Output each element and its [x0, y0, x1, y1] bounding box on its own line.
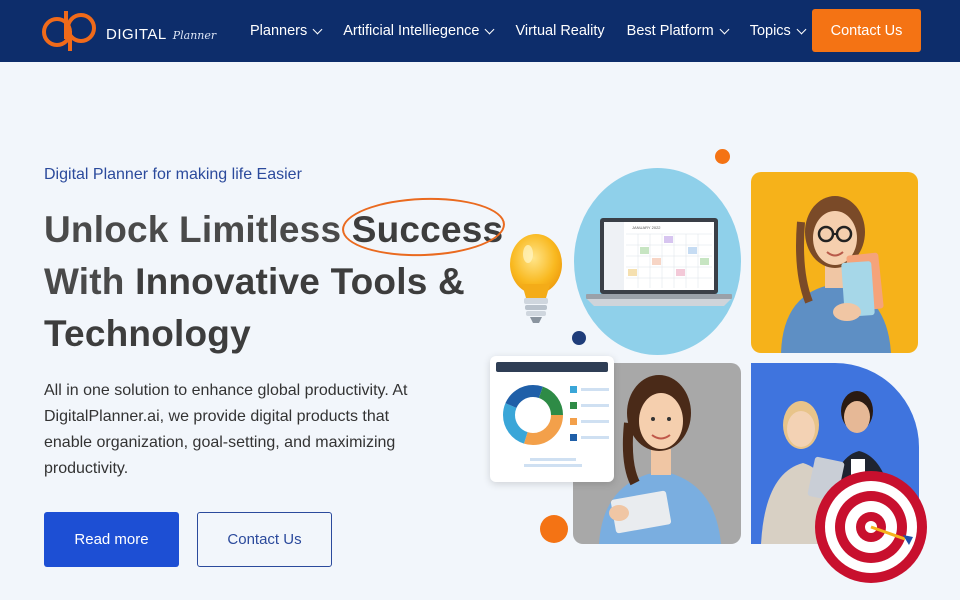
headline-bold-technology: Technology — [44, 313, 251, 354]
headline-circled-word: Success — [340, 195, 506, 259]
nav-contact-button[interactable]: Contact Us — [812, 9, 921, 52]
orange-dot-large — [540, 515, 568, 543]
orange-dot-small — [715, 149, 730, 164]
dp-logo-icon — [42, 11, 100, 51]
headline-plain-1: Unlock Limitless — [44, 209, 352, 250]
nav-item-label: Planners — [250, 23, 308, 39]
nav-item-artificial-intelligence[interactable]: Artificial Intelliegence — [343, 23, 495, 39]
legend-list — [570, 386, 609, 441]
top-navbar: DIGITAL Planner Planners Artificial Inte… — [0, 0, 960, 62]
calendar-title: JANUARY 2022 — [632, 225, 661, 230]
nav-item-virtual-reality[interactable]: Virtual Reality — [515, 23, 604, 39]
brand-logo[interactable]: DIGITAL Planner — [42, 10, 216, 52]
chevron-down-icon — [485, 24, 495, 34]
chevron-down-icon — [796, 24, 807, 34]
donut-chart-icon — [503, 385, 563, 445]
brand-name: DIGITAL — [106, 25, 167, 43]
navy-dot — [572, 331, 586, 345]
girl-photo-tile — [751, 172, 918, 353]
chevron-down-icon — [719, 24, 730, 34]
nav-item-planners[interactable]: Planners — [250, 23, 323, 39]
nav-item-label: Best Platform — [626, 23, 714, 39]
chevron-down-icon — [312, 24, 323, 34]
girl-illustration — [781, 196, 891, 353]
hero-headline: Unlock Limitless Success With Innovative… — [44, 195, 506, 360]
main-nav: Planners Artificial Intelliegence Virtua… — [250, 0, 827, 62]
card-header — [496, 362, 608, 372]
nav-item-label: Artificial Intelliegence — [343, 23, 480, 39]
nav-item-topics[interactable]: Topics — [749, 23, 807, 39]
headline-plain-2: With — [44, 261, 136, 302]
headline-bold-tools: Innovative Tools & — [135, 261, 465, 302]
laptop-calendar: JANUARY 2022 — [586, 218, 732, 306]
hero-description: All in one solution to enhance global pr… — [44, 382, 408, 477]
target-icon — [815, 471, 927, 583]
hero-tagline: Digital Planner for making life Easier — [44, 166, 302, 183]
read-more-button[interactable]: Read more — [44, 512, 179, 567]
brand-script: Planner — [172, 28, 217, 42]
donut-chart-card — [490, 356, 614, 482]
contact-us-button[interactable]: Contact Us — [197, 512, 332, 567]
nav-item-best-platform[interactable]: Best Platform — [626, 23, 730, 39]
nav-item-label: Virtual Reality — [515, 23, 605, 39]
lightbulb-icon — [510, 234, 562, 323]
nav-item-label: Topics — [749, 23, 791, 39]
